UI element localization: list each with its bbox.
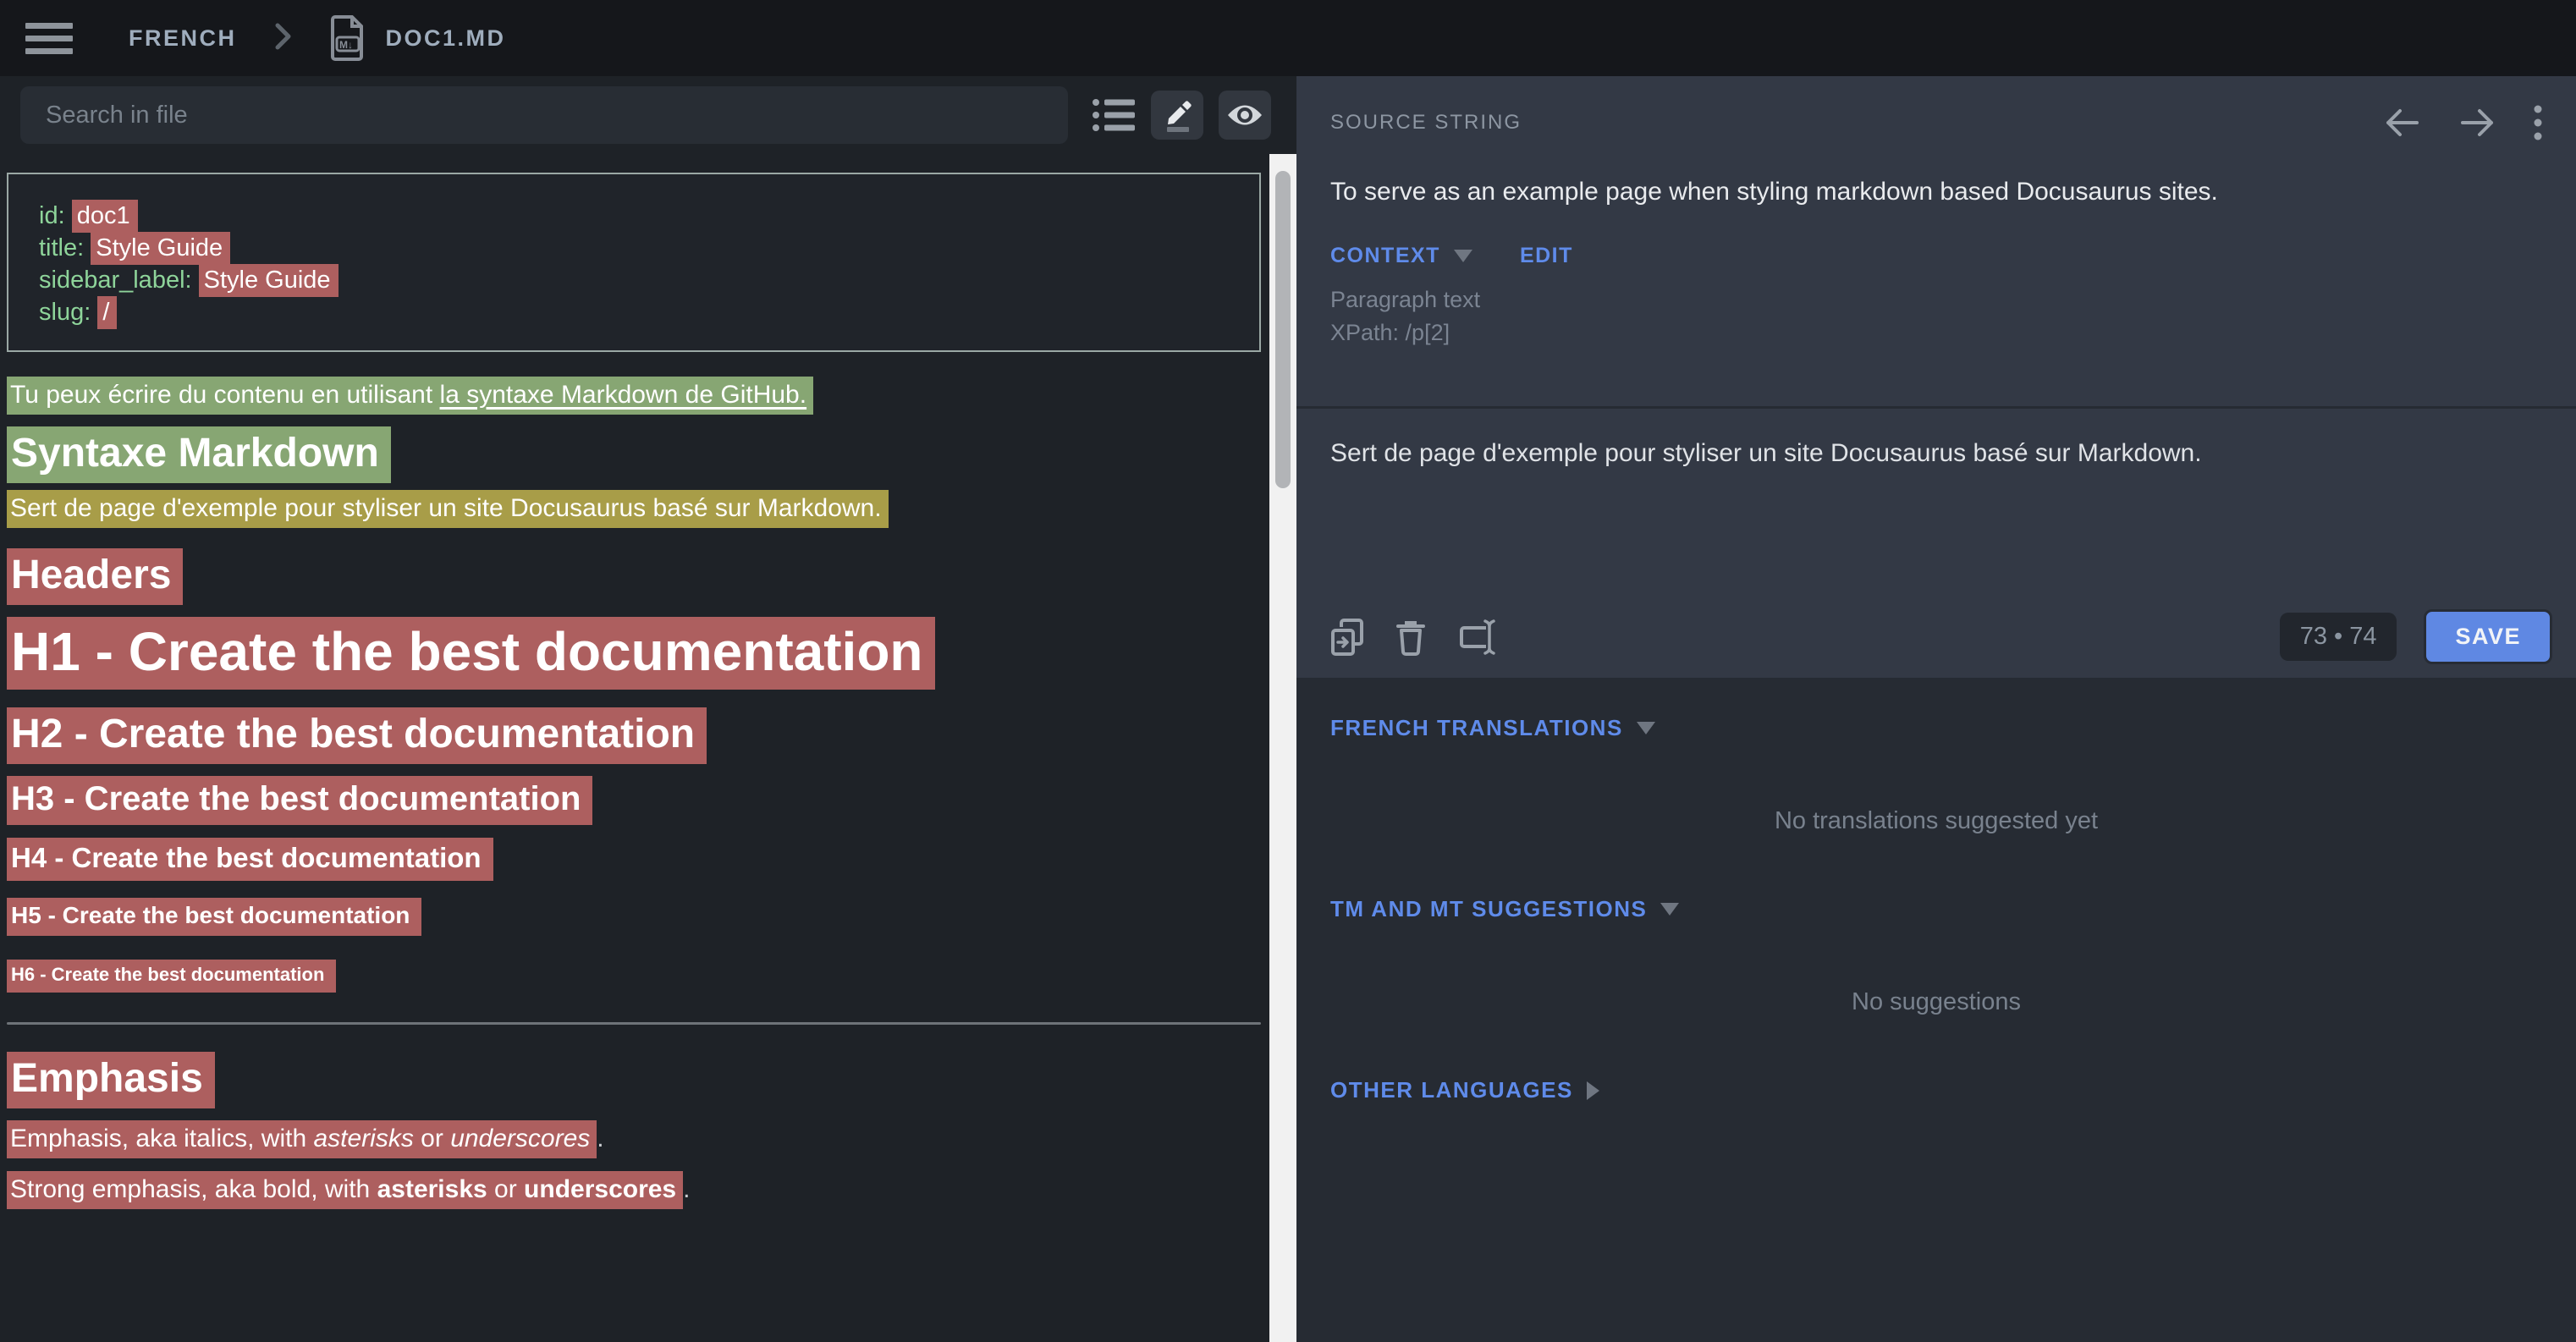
string-highlight[interactable]: Style Guide bbox=[199, 264, 339, 297]
save-button[interactable]: SAVE bbox=[2424, 609, 2552, 664]
clear-translation-icon[interactable] bbox=[1396, 619, 1425, 656]
chevron-right-icon bbox=[274, 22, 293, 55]
chevron-right-icon bbox=[1587, 1081, 1599, 1100]
translation-section: Sert de page d'exemple pour styliser un … bbox=[1296, 409, 2576, 678]
other-languages-header[interactable]: OTHER LANGUAGES bbox=[1330, 1077, 2542, 1103]
edit-context-button[interactable]: EDIT bbox=[1520, 244, 1573, 268]
document-content: id: doc1 title: Style Guide sidebar_labe… bbox=[0, 154, 1269, 1342]
document-toolbar bbox=[0, 76, 1296, 154]
string-highlight[interactable]: Emphasis bbox=[7, 1052, 215, 1108]
document-panel: id: doc1 title: Style Guide sidebar_labe… bbox=[0, 76, 1296, 1342]
document-scrollbar[interactable] bbox=[1269, 154, 1296, 1342]
string-highlight[interactable]: H6 - Create the best documentation bbox=[7, 960, 336, 993]
heading-h3: H3 - Create the best documentation bbox=[7, 780, 1252, 817]
frontmatter-line: slug: / bbox=[39, 296, 1229, 328]
translation-panel: SOURCE STRING To serve as an example pag… bbox=[1296, 76, 2576, 1342]
string-highlight[interactable]: / bbox=[97, 296, 117, 329]
breadcrumb-language[interactable]: FRENCH bbox=[129, 25, 237, 52]
heading-h6: H6 - Create the best documentation bbox=[7, 964, 1252, 985]
top-bar: FRENCH M↓ DOC1.MD bbox=[0, 0, 2576, 76]
breadcrumb-filename[interactable]: DOC1.MD bbox=[386, 25, 506, 52]
eye-icon bbox=[1226, 102, 1263, 128]
string-highlight[interactable]: H5 - Create the best documentation bbox=[7, 898, 421, 936]
source-string-text: To serve as an example page when styling… bbox=[1330, 178, 2542, 206]
frontmatter-line: title: Style Guide bbox=[39, 232, 1229, 264]
string-highlight[interactable]: H4 - Create the best documentation bbox=[7, 838, 493, 881]
kebab-menu-icon[interactable] bbox=[2534, 105, 2542, 140]
paragraph-strong: Strong emphasis, aka bold, with asterisk… bbox=[7, 1175, 1252, 1204]
paragraph-intro: Tu peux écrire du contenu en utilisant l… bbox=[7, 381, 1252, 410]
string-highlight[interactable]: H2 - Create the best documentation bbox=[7, 707, 707, 764]
string-highlight[interactable]: H1 - Create the best documentation bbox=[7, 617, 935, 690]
translation-toolbar: 73 • 74 SAVE bbox=[1330, 609, 2552, 664]
string-highlight[interactable]: Strong emphasis, aka bold, with asterisk… bbox=[7, 1171, 683, 1209]
character-counter: 73 • 74 bbox=[2280, 613, 2397, 661]
heading-h5: H5 - Create the best documentation bbox=[7, 902, 1252, 928]
text-select-icon[interactable] bbox=[1457, 618, 1496, 657]
french-translations-header[interactable]: FRENCH TRANSLATIONS bbox=[1330, 715, 2542, 741]
paragraph-active: Sert de page d'exemple pour styliser un … bbox=[7, 494, 1252, 523]
chevron-down-icon[interactable] bbox=[1454, 250, 1472, 262]
string-list-icon[interactable] bbox=[1092, 96, 1136, 134]
preview-mode-button[interactable] bbox=[1219, 91, 1271, 140]
paragraph-emphasis: Emphasis, aka italics, with asterisks or… bbox=[7, 1125, 1252, 1153]
menu-icon[interactable] bbox=[25, 20, 73, 56]
source-string-section: SOURCE STRING To serve as an example pag… bbox=[1296, 76, 2576, 406]
string-highlight[interactable]: Tu peux écrire du contenu en utilisant l… bbox=[7, 377, 813, 415]
translation-input[interactable]: Sert de page d'exemple pour styliser un … bbox=[1330, 409, 2542, 510]
heading-syntaxe-markdown: Syntaxe Markdown bbox=[7, 432, 1252, 476]
frontmatter-line: id: doc1 bbox=[39, 200, 1229, 232]
active-string-highlight[interactable]: Sert de page d'exemple pour styliser un … bbox=[7, 490, 889, 528]
scrollbar-thumb[interactable] bbox=[1275, 171, 1291, 488]
copy-source-icon[interactable] bbox=[1330, 619, 1364, 656]
source-string-label: SOURCE STRING bbox=[1330, 111, 1522, 135]
string-highlight[interactable]: Headers bbox=[7, 548, 183, 605]
chevron-down-icon bbox=[1637, 722, 1655, 734]
translations-empty-message: No translations suggested yet bbox=[1330, 807, 2542, 835]
previous-string-icon[interactable] bbox=[2385, 108, 2420, 137]
context-type: Paragraph text bbox=[1330, 283, 2542, 316]
string-highlight[interactable]: Emphasis, aka italics, with asterisks or… bbox=[7, 1120, 597, 1158]
markdown-link[interactable]: la syntaxe Markdown de GitHub. bbox=[440, 381, 807, 409]
heading-h4: H4 - Create the best documentation bbox=[7, 843, 1252, 873]
heading-emphasis: Emphasis bbox=[7, 1057, 1252, 1101]
next-string-icon[interactable] bbox=[2459, 108, 2495, 137]
heading-h1: H1 - Create the best documentation bbox=[7, 623, 1252, 680]
string-highlight[interactable]: Syntaxe Markdown bbox=[7, 426, 391, 483]
tm-mt-suggestions-header[interactable]: TM AND MT SUGGESTIONS bbox=[1330, 896, 2542, 922]
pencil-icon bbox=[1160, 98, 1194, 132]
edit-mode-button[interactable] bbox=[1151, 91, 1203, 140]
search-input[interactable] bbox=[20, 86, 1068, 144]
suggestions-section: FRENCH TRANSLATIONS No translations sugg… bbox=[1296, 678, 2576, 1342]
markdown-file-icon: M↓ bbox=[330, 14, 366, 62]
heading-h2: H2 - Create the best documentation bbox=[7, 712, 1252, 756]
string-highlight[interactable]: doc1 bbox=[72, 200, 138, 233]
string-highlight[interactable]: Style Guide bbox=[91, 232, 230, 265]
suggestions-empty-message: No suggestions bbox=[1330, 988, 2542, 1016]
frontmatter-line: sidebar_label: Style Guide bbox=[39, 264, 1229, 296]
context-toggle[interactable]: CONTEXT bbox=[1330, 244, 1440, 268]
chevron-down-icon bbox=[1660, 903, 1679, 916]
svg-text:M↓: M↓ bbox=[339, 39, 353, 51]
heading-headers: Headers bbox=[7, 553, 1252, 597]
horizontal-rule bbox=[7, 1022, 1261, 1025]
string-highlight[interactable]: H3 - Create the best documentation bbox=[7, 776, 592, 825]
context-xpath: XPath: /p[2] bbox=[1330, 316, 2542, 349]
frontmatter-block: id: doc1 title: Style Guide sidebar_labe… bbox=[7, 173, 1261, 352]
